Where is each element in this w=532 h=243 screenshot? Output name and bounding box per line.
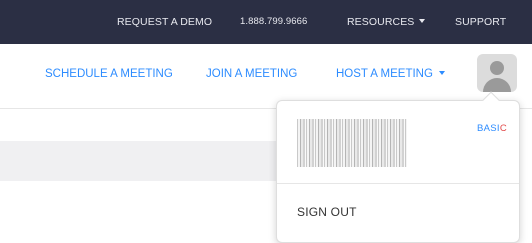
redacted-account-info xyxy=(297,119,407,167)
plan-label-accent: C xyxy=(499,123,507,134)
support-link[interactable]: SUPPORT xyxy=(455,0,506,44)
plan-badge: BASIC xyxy=(477,123,507,134)
schedule-meeting-link[interactable]: SCHEDULE A MEETING xyxy=(45,64,173,84)
content-banner xyxy=(0,141,290,181)
request-demo-link[interactable]: REQUEST A DEMO xyxy=(117,0,212,44)
phone-number[interactable]: 1.888.799.9666 xyxy=(240,0,307,44)
user-avatar-icon[interactable] xyxy=(477,54,517,92)
account-dropdown: BASIC SIGN OUT xyxy=(276,91,520,243)
resources-menu[interactable]: RESOURCES xyxy=(347,0,426,44)
utility-bar: REQUEST A DEMO 1.888.799.9666 RESOURCES … xyxy=(0,0,532,44)
chevron-down-icon xyxy=(438,70,445,75)
resources-label: RESOURCES xyxy=(347,16,415,28)
join-meeting-link[interactable]: JOIN A MEETING xyxy=(206,64,297,84)
avatar-body xyxy=(483,78,511,92)
sign-out-button[interactable]: SIGN OUT xyxy=(297,205,357,219)
plan-label-main: BASI xyxy=(476,123,500,134)
host-meeting-menu[interactable]: HOST A MEETING xyxy=(336,64,445,84)
dropdown-divider xyxy=(277,183,519,184)
chevron-down-icon xyxy=(419,19,426,24)
host-meeting-label: HOST A MEETING xyxy=(336,68,433,80)
avatar-head xyxy=(490,61,504,75)
dropdown-pointer xyxy=(482,91,500,109)
